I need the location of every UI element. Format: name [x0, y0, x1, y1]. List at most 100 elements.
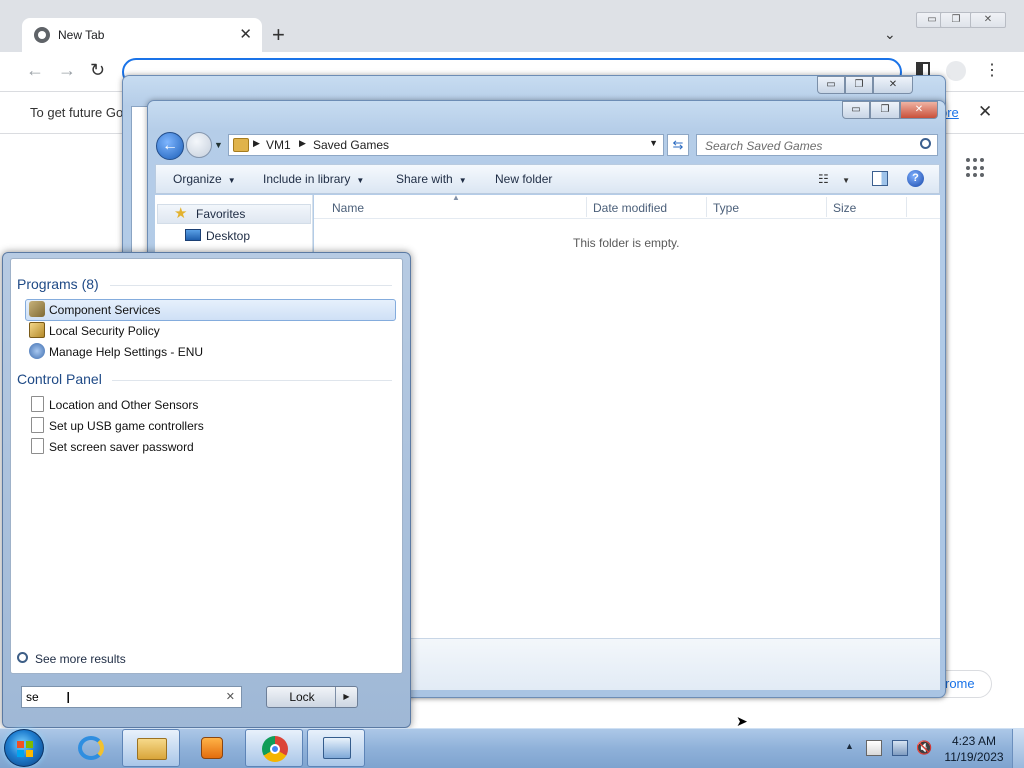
include-in-library-button[interactable]: Include in library ▼: [263, 172, 364, 186]
back-window-close-button[interactable]: ✕: [873, 76, 913, 94]
result-location-sensors[interactable]: Location and Other Sensors: [49, 398, 198, 412]
programs-header: Programs (8): [17, 276, 99, 292]
local-security-policy-icon: [29, 322, 45, 338]
search-placeholder: Search Saved Games: [705, 139, 823, 153]
lock-button[interactable]: Lock ▶: [266, 686, 358, 708]
control-panel-page-icon: [31, 417, 44, 433]
organize-button[interactable]: Organize ▼: [173, 172, 236, 186]
forward-arrow-icon[interactable]: →: [58, 60, 76, 81]
folder-icon: [233, 138, 249, 152]
result-screen-saver-password[interactable]: Set screen saver password: [49, 440, 194, 454]
address-dropdown-icon[interactable]: ▼: [649, 138, 658, 148]
network-icon[interactable]: [892, 740, 908, 756]
desktop-icon: [185, 229, 201, 241]
section-divider: [112, 380, 392, 381]
column-type[interactable]: Type: [713, 201, 739, 215]
reload-icon[interactable]: ↻: [90, 60, 105, 81]
refresh-icon[interactable]: ⇆: [667, 134, 689, 156]
volume-muted-icon[interactable]: 🔇: [916, 740, 932, 756]
back-window-minimize-button[interactable]: ▭: [817, 76, 845, 94]
section-divider: [110, 285, 392, 286]
breadcrumb-chevron-icon[interactable]: ▶: [253, 138, 260, 149]
favorites-label[interactable]: Favorites: [196, 207, 245, 221]
column-divider[interactable]: [906, 197, 907, 217]
taskbar-control-panel[interactable]: [307, 729, 365, 767]
start-search-box[interactable]: ✕: [21, 686, 242, 708]
result-manage-help-settings[interactable]: Manage Help Settings - ENU: [49, 345, 203, 359]
clear-search-icon[interactable]: ✕: [226, 690, 235, 703]
show-desktop-button[interactable]: [1012, 729, 1024, 768]
taskbar-media-player[interactable]: [183, 729, 241, 767]
start-orb-button[interactable]: [4, 729, 44, 767]
favorites-star-icon: ★: [174, 205, 188, 222]
chrome-close-button[interactable]: ✕: [970, 12, 1006, 28]
explorer-minimize-button[interactable]: ▭: [842, 101, 870, 119]
see-more-results-link[interactable]: See more results: [35, 652, 126, 666]
result-component-services[interactable]: Component Services: [49, 303, 160, 317]
chrome-menu-icon[interactable]: ⋮: [984, 60, 1000, 80]
chrome-tab-favicon-icon: [34, 27, 50, 43]
google-apps-icon[interactable]: [966, 158, 986, 178]
control-panel-page-icon: [31, 438, 44, 454]
preview-pane-icon[interactable]: [872, 171, 888, 186]
control-panel-header: Control Panel: [17, 371, 102, 387]
breadcrumb-saved-games[interactable]: Saved Games: [313, 138, 389, 152]
chrome-icon-center: [270, 744, 280, 754]
breadcrumb-chevron-icon[interactable]: ▶: [299, 138, 306, 149]
explorer-search-box[interactable]: Search Saved Games: [696, 134, 938, 156]
explorer-maximize-button[interactable]: ❐: [870, 101, 900, 119]
include-in-library-label: Include in library: [263, 172, 351, 186]
search-icon[interactable]: [920, 138, 931, 149]
chrome-tab-title: New Tab: [58, 28, 105, 42]
see-more-search-icon: [17, 652, 28, 663]
profile-avatar-icon[interactable]: [946, 61, 966, 81]
help-icon[interactable]: ?: [907, 170, 924, 187]
share-with-label: Share with: [396, 172, 453, 186]
chrome-maximize-button[interactable]: ❐: [940, 12, 972, 28]
clock-date[interactable]: 11/19/2023: [942, 750, 1006, 764]
component-services-icon: [29, 301, 45, 317]
column-divider[interactable]: [826, 197, 827, 217]
control-panel-icon: [323, 737, 351, 759]
start-search-input[interactable]: [24, 689, 214, 705]
help-settings-icon: [29, 343, 45, 359]
new-tab-button[interactable]: +: [272, 22, 285, 48]
close-tab-icon[interactable]: ✕: [239, 25, 252, 43]
taskbar-chrome[interactable]: [245, 729, 303, 767]
show-hidden-icons-arrow[interactable]: ▲: [845, 741, 854, 751]
address-bar[interactable]: ▶ VM1 ▶ Saved Games ▼: [228, 134, 664, 156]
column-size[interactable]: Size: [833, 201, 856, 215]
folder-library-icon: [137, 738, 167, 760]
breadcrumb-vm1[interactable]: VM1: [266, 138, 291, 152]
back-window-maximize-button[interactable]: ❐: [845, 76, 873, 94]
clock-time[interactable]: 4:23 AM: [946, 734, 1002, 748]
explorer-back-button[interactable]: ←: [156, 132, 184, 160]
tab-search-icon[interactable]: ⌄: [884, 26, 896, 43]
column-divider[interactable]: [586, 197, 587, 217]
taskbar-internet-explorer[interactable]: [62, 729, 120, 767]
windows-logo-icon: [17, 741, 33, 757]
column-name[interactable]: Name: [332, 201, 364, 215]
explorer-forward-button[interactable]: [186, 132, 212, 158]
taskbar-windows-explorer[interactable]: [122, 729, 180, 767]
action-center-flag-icon[interactable]: [866, 740, 882, 756]
result-local-security-policy[interactable]: Local Security Policy: [49, 324, 160, 338]
new-folder-button[interactable]: New folder: [495, 172, 552, 186]
column-divider[interactable]: [706, 197, 707, 217]
infobar-message: To get future Go: [30, 105, 124, 120]
recent-pages-dropdown-icon[interactable]: ▼: [214, 140, 223, 150]
explorer-close-button[interactable]: ✕: [900, 101, 938, 119]
change-view-icon[interactable]: ☷ ▼: [818, 172, 850, 186]
empty-folder-message: This folder is empty.: [573, 236, 680, 250]
control-panel-page-icon: [31, 396, 44, 412]
desktop-nav-item[interactable]: Desktop: [206, 229, 250, 243]
share-with-button[interactable]: Share with ▼: [396, 172, 467, 186]
chrome-tab-new-tab[interactable]: New Tab ✕: [22, 18, 262, 52]
column-date-modified[interactable]: Date modified: [593, 201, 667, 215]
power-options-arrow-icon[interactable]: ▶: [335, 687, 357, 707]
back-arrow-icon[interactable]: ←: [26, 60, 44, 81]
lock-button-label: Lock: [289, 690, 315, 704]
media-player-icon: [201, 737, 223, 759]
infobar-close-icon[interactable]: ✕: [978, 102, 992, 122]
result-usb-game-controllers[interactable]: Set up USB game controllers: [49, 419, 204, 433]
